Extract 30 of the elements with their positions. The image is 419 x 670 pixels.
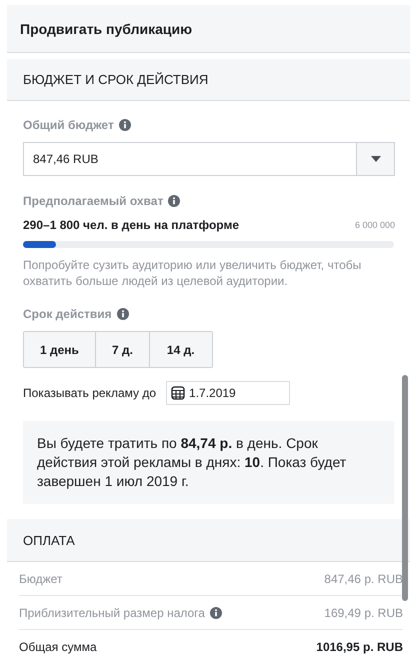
summary-text: Вы будете тратить по 84,74 р. в день. Срок действия этой рекламы в днях: 10. Показ будет завершен 1 июл 2019 г. (23, 421, 394, 504)
field-label: Предполагаемый охват (23, 194, 164, 208)
duration-option[interactable]: 14 д. (150, 332, 212, 367)
payment-value: 847,46 р. RUB (324, 572, 403, 586)
payment-label: Общая сумма (19, 640, 97, 654)
budget-field[interactable]: 847,46 RUB (23, 142, 357, 176)
scrollbar[interactable] (402, 375, 408, 601)
field-label: Показывать рекламу до (23, 386, 156, 400)
section-title: ОПЛАТА (23, 532, 75, 548)
dropdown-button[interactable] (357, 142, 395, 176)
payment-label: Приблизительный размер налога (19, 606, 205, 620)
info-icon[interactable] (116, 308, 129, 320)
duration-option[interactable]: 7 д. (96, 332, 150, 367)
field-label: Срок действия (23, 307, 112, 321)
reach-estimate: 290–1 800 чел. в день на платформе (23, 218, 240, 232)
duration-option[interactable]: 1 день (24, 332, 96, 367)
caret-icon (370, 156, 380, 162)
reach-max: 6 000 000 (354, 220, 395, 230)
info-icon[interactable] (168, 195, 180, 207)
hint-text: Попробуйте сузить аудиторию или увеличить бюджет, чтобы охватить больше людей из целевой аудитории. (23, 257, 362, 289)
info-icon[interactable] (118, 119, 131, 131)
panel-title: Продвигать публикацию (20, 20, 192, 36)
info-icon[interactable] (210, 606, 222, 618)
payment-value: 169,49 р. RUB (324, 606, 403, 620)
section-title: БЮДЖЕТ И СРОК ДЕЙСТВИЯ (23, 72, 208, 87)
field-label: Общий бюджет (23, 118, 114, 132)
payment-label: Бюджет (19, 572, 62, 586)
date-field[interactable]: 1.7.2019 (166, 381, 290, 405)
payment-value: 1016,95 р. RUB (316, 640, 403, 654)
calendar-icon (171, 386, 186, 400)
